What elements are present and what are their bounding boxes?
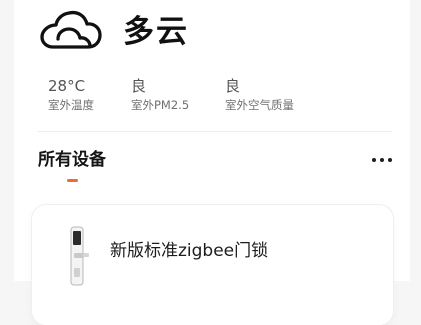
section-divider — [38, 131, 392, 132]
stat-value: 良 — [225, 77, 241, 95]
more-dots-icon[interactable] — [370, 150, 394, 170]
cloud-icon — [40, 10, 102, 49]
section-title: 所有设备 — [38, 150, 106, 170]
weather-stats: 28°C 室外温度 良 室外PM2.5 良 室外空气质量 — [0, 76, 421, 120]
stat-label: 室外PM2.5 — [131, 98, 190, 112]
door-lock-icon — [70, 226, 89, 286]
stat-pm25: 良 室外PM2.5 — [131, 76, 189, 114]
stat-label: 室外温度 — [48, 98, 94, 112]
section-title-underline — [67, 179, 78, 182]
stat-label: 室外空气质量 — [225, 98, 294, 112]
stat-value: 良 — [131, 77, 147, 95]
device-card[interactable]: 新版标准zigbee门锁 — [32, 205, 393, 325]
stat-value: 28°C — [48, 77, 86, 95]
more-dot — [380, 158, 384, 162]
weather-condition: 多云 — [123, 14, 189, 50]
stat-temperature: 28°C 室外温度 — [48, 76, 94, 114]
more-dot — [388, 158, 392, 162]
stat-air-quality: 良 室外空气质量 — [225, 76, 294, 114]
more-dot — [372, 158, 376, 162]
device-name: 新版标准zigbee门锁 — [110, 241, 269, 261]
